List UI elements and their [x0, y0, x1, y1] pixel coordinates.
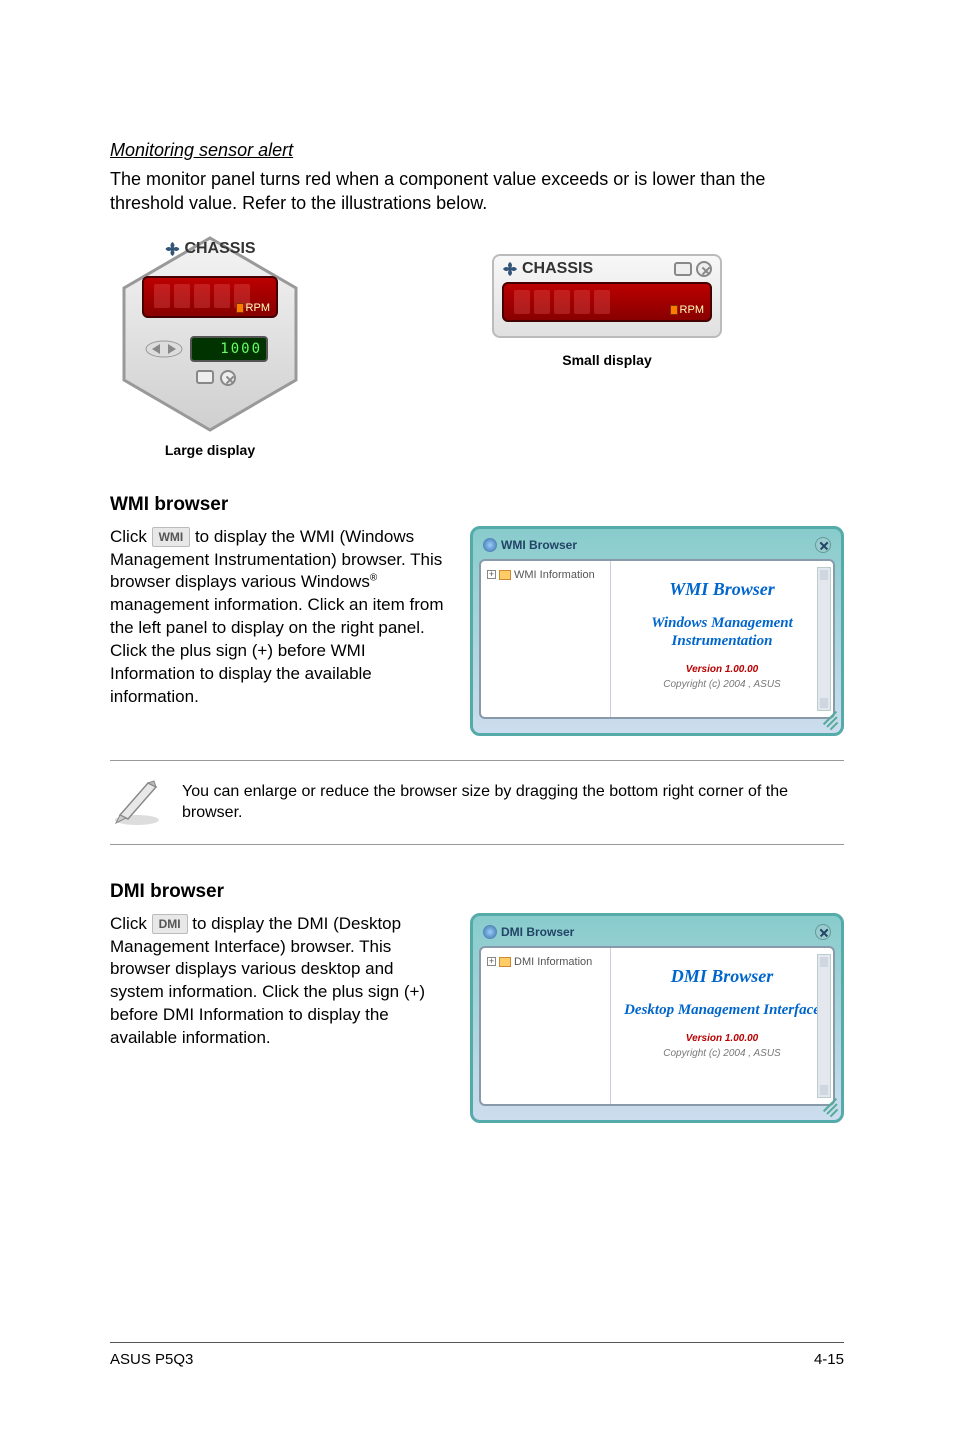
close-icon[interactable] [696, 261, 712, 277]
small-panel-title-text: CHASSIS [522, 260, 593, 278]
close-icon[interactable] [815, 924, 831, 940]
content-title: WMI Browser [617, 579, 827, 600]
scrollbar[interactable] [817, 567, 831, 711]
dmi-heading: DMI browser [110, 881, 844, 903]
note-text: You can enlarge or reduce the browser si… [182, 781, 844, 824]
fan-icon [164, 241, 180, 257]
dmi-paragraph: Click DMI to display the DMI (Desktop Ma… [110, 913, 450, 1051]
dmi-window-title: DMI Browser [501, 925, 574, 939]
wmi-browser-window: WMI Browser + WMI Information WMI Browse… [470, 526, 844, 736]
close-icon[interactable] [220, 370, 236, 386]
wmi-window-title: WMI Browser [501, 538, 577, 552]
content-pane: DMI Browser Desktop Management Interface… [611, 948, 833, 1104]
content-version: Version 1.00.00 [617, 664, 827, 675]
large-display-caption: Large display [110, 442, 310, 458]
footer-right: 4-15 [814, 1351, 844, 1368]
content-copyright: Copyright (c) 2004 , ASUS [617, 679, 827, 690]
resize-grip[interactable] [815, 1098, 837, 1116]
tree-pane: + DMI Information [481, 948, 611, 1104]
rpm-unit: RPM [246, 302, 270, 314]
large-panel-title: CHASSIS [164, 240, 255, 258]
large-panel-title-text: CHASSIS [184, 240, 255, 258]
note-icon [110, 773, 164, 832]
tree-root-label: DMI Information [514, 956, 592, 968]
small-rpm-readout: RPM [502, 282, 712, 322]
content-pane: WMI Browser Windows Management Instrumen… [611, 561, 833, 717]
content-title: DMI Browser [617, 966, 827, 987]
fan-icon [502, 261, 518, 277]
large-rpm-readout: RPM [142, 276, 278, 318]
content-copyright: Copyright (c) 2004 , ASUS [617, 1048, 827, 1059]
scrollbar[interactable] [817, 954, 831, 1098]
wmi-button[interactable]: WMI [152, 527, 191, 547]
rpm-unit: RPM [680, 304, 704, 316]
folder-icon [499, 570, 511, 580]
wmi-paragraph: Click WMI to display the WMI (Windows Ma… [110, 526, 450, 710]
small-display-panel: CHASSIS RPM [492, 254, 722, 338]
alert-title: Monitoring sensor alert [110, 140, 844, 161]
content-subtitle: Desktop Management Interface [617, 1001, 827, 1019]
tree-root-label: WMI Information [514, 569, 595, 581]
close-icon[interactable] [815, 537, 831, 553]
footer-left: ASUS P5Q3 [110, 1351, 193, 1368]
toggle-size-icon[interactable] [674, 262, 692, 276]
small-display-caption: Small display [370, 352, 844, 368]
resize-grip[interactable] [815, 711, 837, 729]
expand-icon[interactable]: + [487, 570, 496, 579]
content-version: Version 1.00.00 [617, 1033, 827, 1044]
threshold-value: 1000 [190, 336, 268, 362]
toggle-size-icon[interactable] [196, 370, 214, 384]
threshold-slider[interactable] [144, 334, 184, 364]
tree-root-item[interactable]: + DMI Information [487, 956, 604, 968]
content-subtitle: Windows Management Instrumentation [617, 614, 827, 650]
tree-pane: + WMI Information [481, 561, 611, 717]
alert-body: The monitor panel turns red when a compo… [110, 167, 844, 216]
globe-icon [483, 538, 497, 552]
large-display-panel: CHASSIS RPM 1000 [110, 234, 310, 434]
tree-root-item[interactable]: + WMI Information [487, 569, 604, 581]
folder-icon [499, 957, 511, 967]
globe-icon [483, 925, 497, 939]
dmi-browser-window: DMI Browser + DMI Information DMI Browse… [470, 913, 844, 1123]
dmi-button[interactable]: DMI [152, 914, 188, 934]
wmi-heading: WMI browser [110, 494, 844, 516]
expand-icon[interactable]: + [487, 957, 496, 966]
registered-mark: ® [370, 573, 377, 584]
